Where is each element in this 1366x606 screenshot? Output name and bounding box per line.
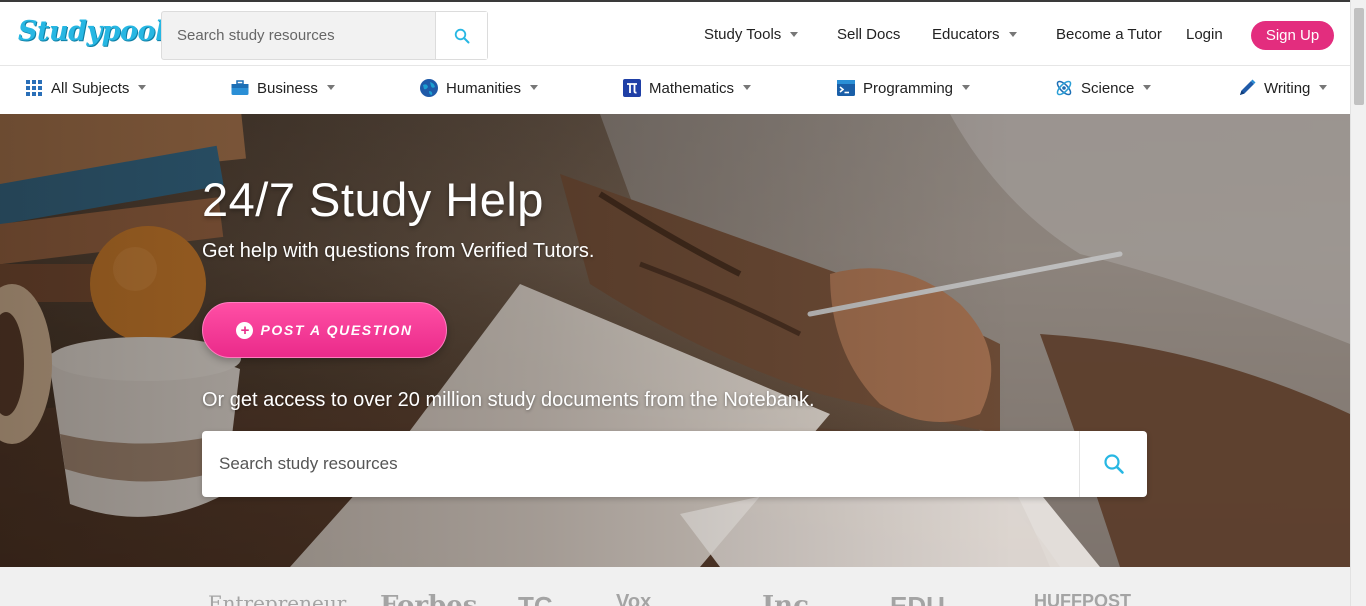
nav-login[interactable]: Login (1186, 26, 1223, 43)
subject-business[interactable]: Business (230, 78, 335, 98)
press-logo: Entrepreneur (208, 591, 347, 606)
subject-label: Programming (863, 79, 954, 97)
press-logo: Forbes (380, 591, 478, 606)
page: Studypool Study Tools Sell Docs Educator… (0, 0, 1366, 606)
hero-banner: 24/7 Study Help Get help with questions … (0, 114, 1350, 567)
hero-search-button[interactable] (1079, 431, 1147, 497)
signup-button[interactable]: Sign Up (1251, 21, 1334, 50)
subject-label: Science (1081, 79, 1135, 97)
plus-circle-icon: + (236, 321, 254, 339)
subject-programming[interactable]: Programming (836, 78, 971, 98)
header-search-button[interactable] (435, 12, 487, 59)
studypool-logo[interactable]: Studypool (18, 16, 165, 47)
caret-down-icon (326, 84, 335, 90)
briefcase-icon (230, 78, 250, 98)
press-logo: TC (518, 591, 553, 606)
subject-label: Writing (1264, 79, 1311, 97)
subject-label: Business (257, 79, 318, 97)
press-logo: HUFFPOST (1034, 591, 1131, 606)
globe-icon (419, 78, 439, 98)
nav-become-tutor-label: Become a Tutor (1056, 26, 1162, 43)
press-logos-strip: Entrepreneur Forbes TC Vox Inc. EDU HUFF… (0, 567, 1350, 606)
subject-humanities[interactable]: Humanities (419, 78, 539, 98)
subject-label: All Subjects (51, 79, 130, 97)
subject-label: Mathematics (649, 79, 735, 97)
header-search (161, 11, 488, 60)
page-scrollbar[interactable] (1350, 0, 1366, 606)
search-icon (454, 28, 469, 43)
grid-icon (24, 78, 44, 98)
atom-icon (1054, 78, 1074, 98)
search-icon (1103, 454, 1124, 474)
hero-subtitle: Get help with questions from Verified Tu… (202, 240, 595, 262)
subject-mathematics[interactable]: Mathematics (622, 78, 752, 98)
caret-down-icon (1008, 31, 1017, 37)
caret-down-icon (1319, 84, 1328, 90)
top-header: Studypool Study Tools Sell Docs Educator… (0, 0, 1350, 66)
press-logo: Inc. (762, 591, 818, 606)
hero-title: 24/7 Study Help (202, 173, 544, 226)
caret-down-icon (743, 84, 752, 90)
caret-down-icon (962, 84, 971, 90)
subject-nav: All Subjects Business Humanities Mathema… (0, 66, 1350, 114)
nav-sell-docs-label: Sell Docs (837, 26, 901, 43)
nav-login-label: Login (1186, 26, 1223, 43)
press-logo: EDU (890, 591, 945, 606)
caret-down-icon (790, 31, 799, 37)
subject-science[interactable]: Science (1054, 78, 1152, 98)
terminal-icon (836, 78, 856, 98)
nav-educators-label: Educators (932, 26, 1000, 43)
subject-writing[interactable]: Writing (1237, 78, 1328, 98)
nav-educators[interactable]: Educators (932, 26, 1017, 43)
nav-study-tools-label: Study Tools (704, 26, 782, 43)
subject-all-subjects[interactable]: All Subjects (24, 78, 147, 98)
caret-down-icon (530, 84, 539, 90)
hero-search (202, 431, 1147, 497)
post-question-label: POST A QUESTION (260, 322, 413, 338)
post-question-button[interactable]: + POST A QUESTION (202, 302, 447, 358)
subject-label: Humanities (446, 79, 522, 97)
hero-search-input[interactable] (202, 431, 1079, 497)
caret-down-icon (138, 84, 147, 90)
nav-study-tools[interactable]: Study Tools (704, 26, 799, 43)
pi-icon (622, 78, 642, 98)
nav-sell-docs[interactable]: Sell Docs (837, 26, 900, 43)
pen-icon (1237, 78, 1257, 98)
caret-down-icon (1143, 84, 1152, 90)
press-logo: Vox (616, 591, 652, 606)
scrollbar-thumb[interactable] (1354, 8, 1364, 105)
notebank-access-text: Or get access to over 20 million study d… (202, 389, 815, 411)
nav-become-tutor[interactable]: Become a Tutor (1056, 26, 1162, 43)
header-search-input[interactable] (162, 12, 435, 59)
